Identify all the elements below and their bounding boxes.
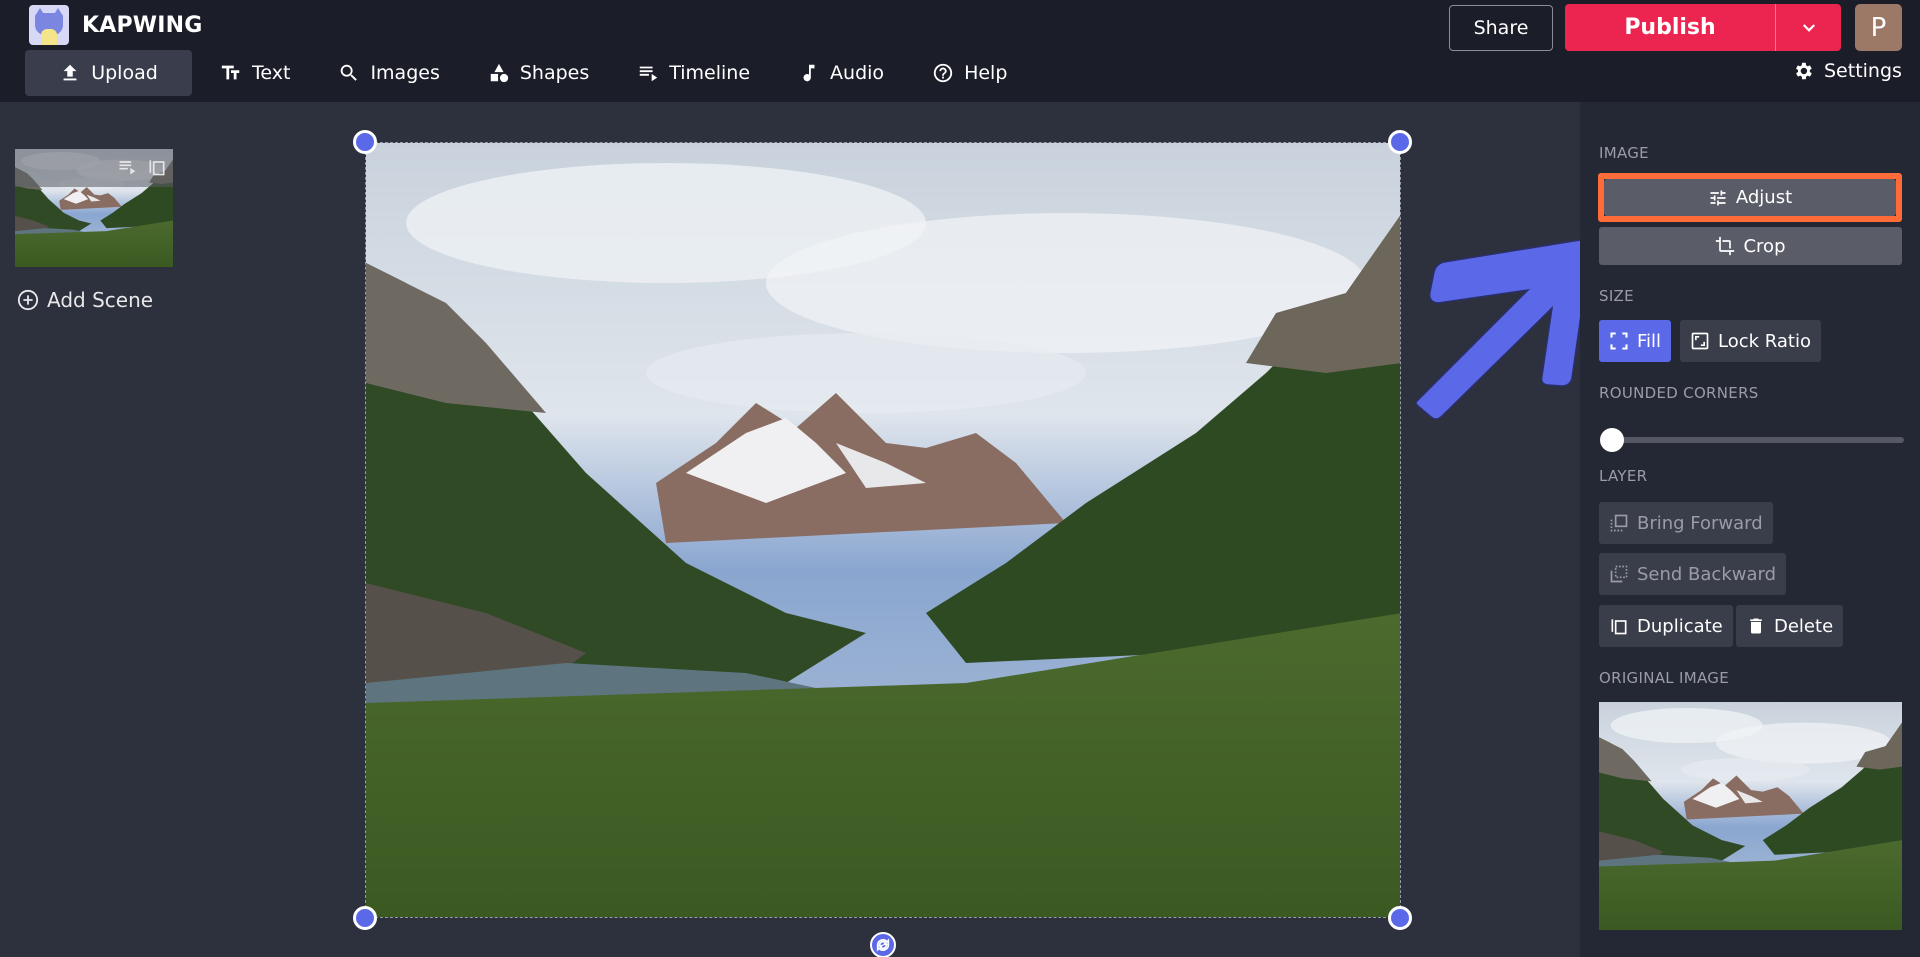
- original-image-label: ORIGINAL IMAGE: [1599, 669, 1729, 687]
- plus-circle-icon: [17, 289, 39, 311]
- avatar[interactable]: P: [1855, 4, 1902, 51]
- fill-label: Fill: [1637, 330, 1662, 352]
- settings-label: Settings: [1824, 60, 1902, 82]
- add-scene-button[interactable]: Add Scene: [17, 288, 153, 312]
- main-toolbar: Upload Text Images Shapes Timeline Audio…: [25, 50, 1031, 96]
- nav-shapes-label: Shapes: [519, 62, 590, 84]
- crop-button[interactable]: Crop: [1599, 227, 1902, 265]
- crop-label: Crop: [1743, 235, 1786, 257]
- sliders-icon: [1710, 190, 1726, 205]
- original-image: [1599, 702, 1902, 930]
- duplicate-scene-icon[interactable]: [147, 157, 167, 177]
- publish-dropdown-button[interactable]: [1776, 4, 1841, 51]
- delete-label: Delete: [1774, 615, 1834, 637]
- rotate-handle[interactable]: [870, 932, 896, 957]
- bring-forward-button[interactable]: Bring Forward: [1599, 502, 1773, 544]
- rotate-icon: [876, 938, 890, 952]
- size-section-label: SIZE: [1599, 287, 1634, 305]
- brand-name: KAPWING: [82, 13, 203, 38]
- add-scene-label: Add Scene: [47, 288, 154, 312]
- fill-button[interactable]: Fill: [1599, 320, 1672, 362]
- upload-icon: [63, 64, 77, 81]
- scene-thumbnail[interactable]: [15, 149, 173, 267]
- music-note-icon: [803, 64, 815, 82]
- lock-ratio-button[interactable]: Lock Ratio: [1680, 320, 1821, 362]
- adjust-label: Adjust: [1735, 187, 1793, 208]
- nav-images[interactable]: Images: [314, 50, 463, 96]
- copy-icon: [1611, 619, 1627, 635]
- publish-button[interactable]: Publish: [1565, 4, 1776, 51]
- nav-timeline[interactable]: Timeline: [613, 50, 774, 96]
- canvas-image[interactable]: [365, 142, 1401, 918]
- aspect-ratio-icon: [1691, 332, 1709, 350]
- send-backward-button[interactable]: Send Backward: [1599, 553, 1787, 595]
- fullscreen-icon: [1610, 332, 1628, 350]
- adjust-button[interactable]: Adjust: [1604, 179, 1896, 216]
- help-icon: [933, 63, 953, 83]
- gear-icon: [1796, 62, 1812, 80]
- text-icon: [221, 65, 240, 80]
- nav-help-label: Help: [964, 62, 1008, 84]
- resize-handle-top-right[interactable]: [1388, 130, 1412, 154]
- nav-upload-label: Upload: [91, 62, 158, 84]
- chevron-down-icon: [1802, 23, 1815, 32]
- rounded-corners-slider-thumb[interactable]: [1600, 428, 1624, 452]
- layer-section-label: LAYER: [1599, 467, 1648, 485]
- nav-shapes[interactable]: Shapes: [464, 50, 613, 96]
- send-backward-label: Send Backward: [1637, 563, 1777, 585]
- rounded-corners-label: ROUNDED CORNERS: [1599, 384, 1759, 402]
- resize-handle-bottom-left[interactable]: [353, 906, 377, 930]
- properties-panel: IMAGE Adjust Crop SIZE Fill Lock Ratio R…: [1580, 102, 1920, 957]
- nav-audio-label: Audio: [830, 62, 885, 84]
- top-bar: KAPWING Upload Text Images Shapes Timeli…: [0, 0, 1920, 102]
- share-button[interactable]: Share: [1449, 5, 1553, 51]
- nav-timeline-label: Timeline: [669, 62, 751, 84]
- nav-help[interactable]: Help: [908, 50, 1031, 96]
- delete-button[interactable]: Delete: [1736, 605, 1844, 647]
- nav-text[interactable]: Text: [196, 50, 314, 96]
- trash-icon: [1750, 618, 1762, 634]
- nav-text-label: Text: [252, 62, 291, 84]
- rounded-corners-slider[interactable]: [1610, 437, 1904, 443]
- resize-handle-top-left[interactable]: [353, 130, 377, 154]
- bring-forward-label: Bring Forward: [1637, 512, 1763, 534]
- nav-images-label: Images: [370, 62, 440, 84]
- publish-button-group: Publish: [1565, 4, 1841, 51]
- lock-ratio-label: Lock Ratio: [1718, 330, 1811, 352]
- kapwing-logo[interactable]: [29, 5, 69, 45]
- send-backward-icon: [1610, 565, 1628, 583]
- shapes-icon: [490, 63, 509, 83]
- bring-forward-icon: [1610, 514, 1628, 532]
- resize-handle-bottom-right[interactable]: [1388, 906, 1412, 930]
- search-icon: [341, 64, 358, 81]
- timeline-icon: [640, 66, 658, 82]
- duplicate-button[interactable]: Duplicate: [1599, 605, 1733, 647]
- original-image-preview: [1599, 702, 1902, 930]
- crop-icon: [1716, 236, 1735, 256]
- nav-upload[interactable]: Upload: [25, 50, 192, 96]
- annotation-arrow-icon: [1415, 239, 1592, 420]
- landscape-photo: [366, 143, 1401, 918]
- scene-timeline-icon[interactable]: [117, 157, 137, 177]
- nav-audio[interactable]: Audio: [774, 50, 908, 96]
- image-section-label: IMAGE: [1599, 144, 1649, 162]
- duplicate-label: Duplicate: [1637, 615, 1723, 637]
- settings-button[interactable]: Settings: [1792, 60, 1902, 82]
